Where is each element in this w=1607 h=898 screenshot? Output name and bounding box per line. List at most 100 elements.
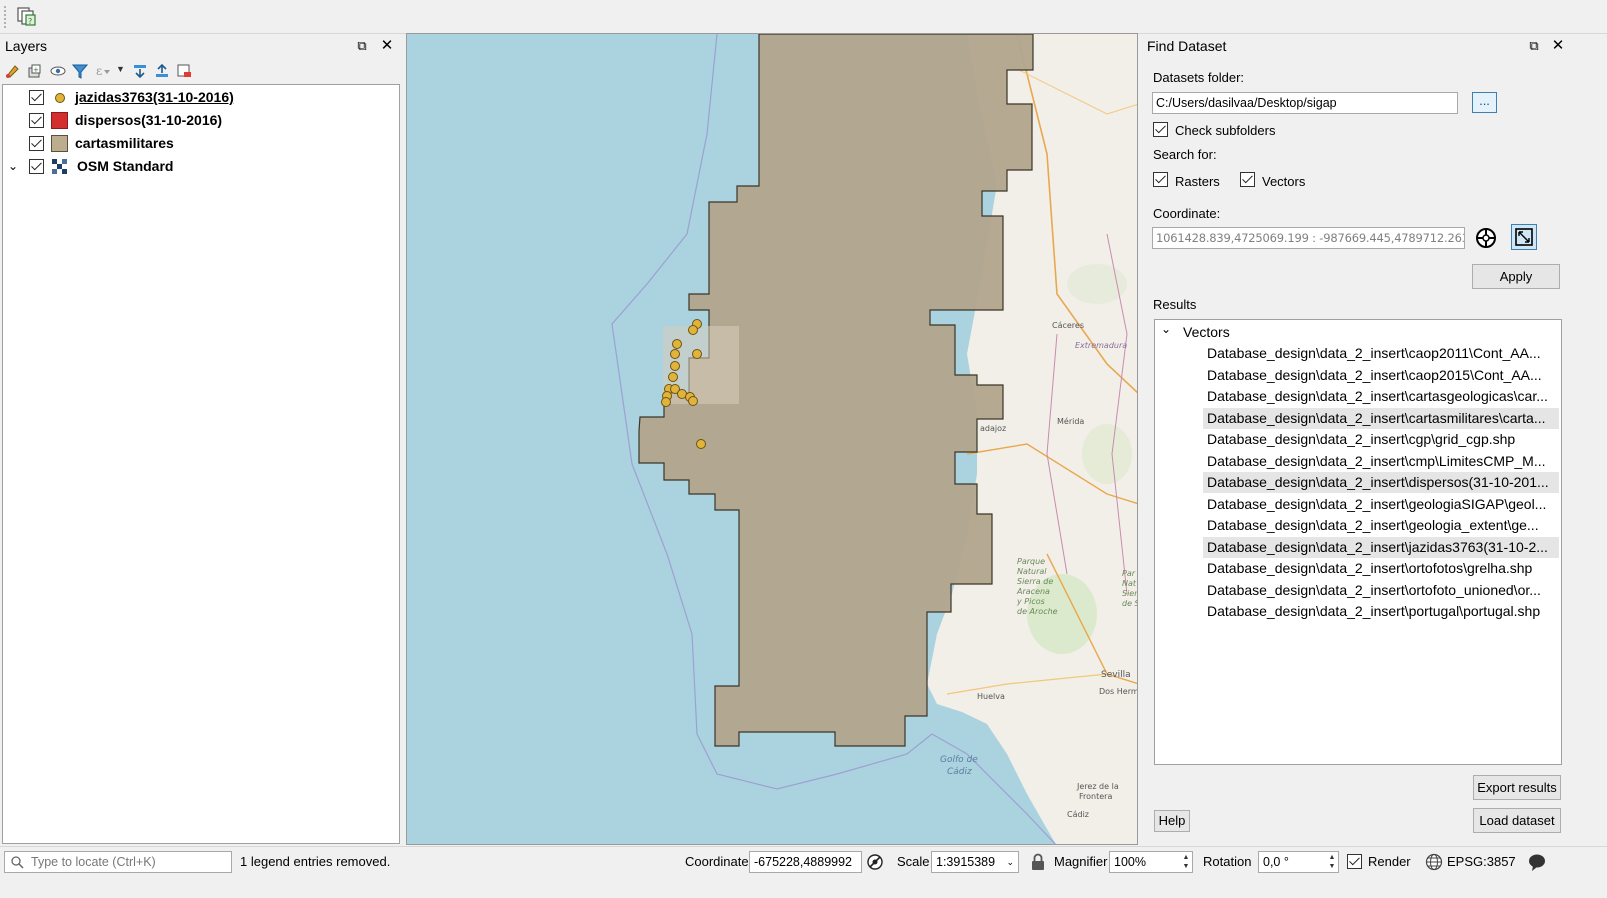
- chevron-down-icon[interactable]: ⌄: [1006, 852, 1014, 872]
- coordinate-status-field[interactable]: -675228,4889992: [749, 851, 862, 873]
- scale-value: 1:3915389: [936, 855, 996, 869]
- layer-visibility-checkbox[interactable]: [29, 113, 44, 128]
- filter-expression-icon[interactable]: ε: [94, 62, 112, 80]
- svg-text:Par: Par: [1122, 569, 1136, 578]
- result-item[interactable]: Database_design\data_2_insert\dispersos(…: [1203, 472, 1559, 493]
- layer-row-osm[interactable]: ⌄ OSM Standard: [3, 155, 399, 178]
- results-group-vectors[interactable]: Vectors: [1183, 323, 1230, 341]
- status-message: 1 legend entries removed.: [240, 854, 391, 869]
- map-label-extremadura: Extremadura: [1075, 341, 1127, 350]
- layers-tree[interactable]: jazidas3763(31-10-2016) dispersos(31-10-…: [2, 84, 400, 844]
- crosshair-icon[interactable]: [1474, 226, 1498, 250]
- result-item[interactable]: Database_design\data_2_insert\ortofotos\…: [1203, 558, 1559, 579]
- export-results-button[interactable]: Export results: [1473, 775, 1561, 800]
- result-item[interactable]: Database_design\data_2_insert\cmp\Limite…: [1203, 451, 1559, 472]
- svg-text:+: +: [33, 66, 39, 74]
- float-panel-icon[interactable]: ⧉: [354, 38, 370, 54]
- layer-name: dispersos(31-10-2016): [75, 112, 223, 128]
- map-label-dos-herma: Dos Herma: [1099, 687, 1138, 696]
- vectors-checkbox[interactable]: [1240, 172, 1255, 187]
- add-group-icon[interactable]: +: [26, 62, 44, 80]
- spin-arrows-icon[interactable]: ▲ ▼: [1327, 853, 1337, 871]
- close-panel-icon[interactable]: ✕: [379, 38, 395, 54]
- coordinate-status-label: Coordinate: [685, 854, 749, 869]
- check-subfolders-checkbox[interactable]: [1153, 122, 1168, 137]
- status-bar: Type to locate (Ctrl+K) 1 legend entries…: [0, 846, 1607, 876]
- fill-symbol-icon: [51, 112, 68, 129]
- find-dataset-panel: Find Dataset ⧉ ✕ Datasets folder: C:/Use…: [1142, 35, 1607, 845]
- render-checkbox[interactable]: [1347, 854, 1362, 869]
- raster-layer-icon: [52, 159, 67, 174]
- result-item[interactable]: Database_design\data_2_insert\jazidas376…: [1203, 536, 1559, 558]
- scale-label: Scale: [897, 854, 930, 869]
- svg-text:Sierra de: Sierra de: [1017, 577, 1053, 586]
- toggle-extents-icon[interactable]: [866, 853, 884, 871]
- manage-visibility-icon[interactable]: [49, 62, 67, 80]
- lock-icon[interactable]: [1031, 853, 1045, 871]
- apply-button[interactable]: Apply: [1472, 264, 1560, 289]
- result-item[interactable]: Database_design\data_2_insert\cartasgeol…: [1203, 386, 1559, 407]
- expand-all-icon[interactable]: [131, 62, 149, 80]
- layer-row-cartasmilitares[interactable]: cartasmilitares: [3, 132, 399, 155]
- map-canvas[interactable]: Cáceres Extremadura adajoz Mérida Parque…: [406, 33, 1138, 845]
- scale-combobox[interactable]: 1:3915389 ⌄: [931, 851, 1019, 873]
- remove-layer-icon[interactable]: [175, 62, 193, 80]
- layer-visibility-checkbox[interactable]: [29, 90, 44, 105]
- rasters-checkbox[interactable]: [1153, 172, 1168, 187]
- collapse-all-icon[interactable]: [153, 62, 171, 80]
- locator-search-input[interactable]: Type to locate (Ctrl+K): [4, 851, 232, 873]
- coordinate-input[interactable]: 1061428.839,4725069.199 : -987669.445,47…: [1152, 227, 1465, 249]
- magnifier-spinbox[interactable]: 100% ▲ ▼: [1109, 851, 1193, 873]
- search-for-label: Search for:: [1153, 147, 1217, 162]
- map-label-merida: Mérida: [1057, 416, 1084, 426]
- rotation-spinbox[interactable]: 0,0 ° ▲ ▼: [1258, 851, 1339, 873]
- result-item[interactable]: Database_design\data_2_insert\cgp\grid_c…: [1203, 429, 1559, 450]
- svg-text:Cádiz: Cádiz: [947, 767, 972, 777]
- svg-text:y Picos: y Picos: [1016, 597, 1045, 606]
- messages-icon[interactable]: [1527, 852, 1547, 872]
- datasets-folder-input[interactable]: C:/Users/dasilvaa/Desktop/sigap: [1152, 92, 1458, 114]
- spin-arrows-icon[interactable]: ▲ ▼: [1181, 853, 1191, 871]
- fill-symbol-icon: [51, 135, 68, 152]
- toolbar-grip[interactable]: [4, 6, 7, 28]
- svg-text:Natural: Natural: [1017, 567, 1047, 576]
- result-item[interactable]: Database_design\data_2_insert\geologiaSI…: [1203, 494, 1559, 515]
- map-label-sevilla: Sevilla: [1101, 670, 1131, 680]
- map-label-cadiz: Cádiz: [1067, 810, 1089, 819]
- layers-toolbar: + ε ▼: [0, 59, 402, 83]
- style-manager-icon[interactable]: [4, 62, 22, 80]
- result-item[interactable]: Database_design\data_2_insert\caop2011\C…: [1203, 343, 1559, 364]
- result-item[interactable]: Database_design\data_2_insert\portugal\p…: [1203, 601, 1559, 622]
- close-panel-icon[interactable]: ✕: [1550, 38, 1566, 54]
- load-dataset-button[interactable]: Load dataset: [1473, 808, 1561, 833]
- layer-row-jazidas[interactable]: jazidas3763(31-10-2016): [3, 86, 399, 109]
- chevron-down-icon[interactable]: ⌄: [1161, 322, 1171, 336]
- layer-visibility-checkbox[interactable]: [29, 159, 44, 174]
- crs-button[interactable]: EPSG:3857: [1447, 853, 1516, 871]
- layer-name: cartasmilitares: [75, 135, 174, 151]
- coordinate-label: Coordinate:: [1153, 206, 1221, 221]
- vectors-label: Vectors: [1262, 174, 1306, 189]
- layers-panel-title: Layers: [5, 38, 48, 54]
- filter-legend-icon[interactable]: [71, 62, 89, 80]
- results-tree[interactable]: ⌄ Vectors Database_design\data_2_insert\…: [1154, 319, 1562, 765]
- search-icon: [11, 856, 24, 869]
- map-extent-button[interactable]: [1511, 224, 1537, 250]
- svg-text:Aracena: Aracena: [1016, 587, 1050, 596]
- result-item[interactable]: Database_design\data_2_insert\ortofoto_u…: [1203, 580, 1559, 601]
- filter-dropdown-arrow[interactable]: ▼: [116, 64, 125, 74]
- help-button[interactable]: Help: [1154, 810, 1190, 832]
- layer-visibility-checkbox[interactable]: [29, 136, 44, 151]
- result-item[interactable]: Database_design\data_2_insert\geologia_e…: [1203, 515, 1559, 536]
- result-item[interactable]: Database_design\data_2_insert\cartasmili…: [1203, 407, 1559, 429]
- chevron-down-icon[interactable]: ⌄: [8, 155, 18, 178]
- browse-folder-button[interactable]: ...: [1472, 92, 1497, 113]
- globe-icon[interactable]: [1425, 853, 1443, 871]
- dataset-finder-icon[interactable]: ?: [16, 6, 38, 28]
- float-panel-icon[interactable]: ⧉: [1526, 38, 1542, 54]
- map-label-jerez: Jerez de la: [1076, 782, 1119, 791]
- map-label-parque: Parque: [1017, 557, 1045, 566]
- result-item[interactable]: Database_design\data_2_insert\caop2015\C…: [1203, 365, 1559, 386]
- svg-text:de Aroche: de Aroche: [1017, 607, 1058, 616]
- layer-row-dispersos[interactable]: dispersos(31-10-2016): [3, 109, 399, 132]
